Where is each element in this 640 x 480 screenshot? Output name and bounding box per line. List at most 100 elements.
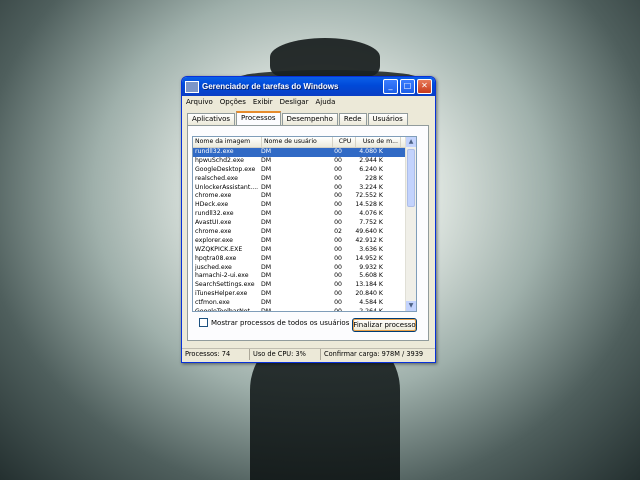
cell-user-name: DM [261,290,272,298]
column-memory[interactable]: Uso de m... [356,137,401,147]
menu-desligar[interactable]: Desligar [280,98,309,106]
table-row[interactable]: realsched.exe DM 00 228 K [193,175,416,184]
column-image-name[interactable]: Nome da imagem [193,137,262,147]
cell-memory: 9.932 K [359,263,383,271]
table-row[interactable]: rundll32.exe DM 00 4.076 K [193,210,416,219]
cell-cpu: 00 [334,192,342,200]
table-row[interactable]: GoogleDesktop.exe DM 00 6.240 K [193,166,416,175]
cell-user-name: DM [261,228,272,236]
show-all-label: Mostrar processos de todos os usuários [211,318,350,327]
cell-user-name: DM [261,156,272,164]
table-row[interactable]: WZQKPICK.EXE DM 00 3.636 K [193,246,416,255]
menu-opcoes[interactable]: Opções [220,98,246,106]
menu-ajuda[interactable]: Ajuda [315,98,335,106]
cell-user-name: DM [261,192,272,200]
process-list[interactable]: Nome da imagem Nome de usuário CPU Uso d… [192,136,417,312]
cell-image-name: GoogleToolbarNot... [195,308,256,312]
cell-image-name: AvastUI.exe [195,219,232,227]
cell-image-name: rundll32.exe [195,148,234,155]
tab-strip: Aplicativos Processos Desempenho Rede Us… [187,111,409,125]
column-user-name[interactable]: Nome de usuário [262,137,333,147]
cell-image-name: GoogleDesktop.exe [195,165,256,173]
cell-cpu: 00 [334,299,342,307]
process-rows: rundll32.exe DM 00 4.080 K hpwuSchd2.exe DM 00… [193,148,416,312]
table-row[interactable]: HDeck.exe DM 00 14.528 K [193,201,416,210]
table-row[interactable]: hpwuSchd2.exe DM 00 2.944 K [193,157,416,166]
scroll-up-icon[interactable]: ▲ [406,137,416,147]
cell-cpu: 00 [334,245,342,253]
cell-user-name: DM [261,210,272,218]
minimize-button[interactable]: _ [383,79,398,94]
close-button[interactable]: ✕ [417,79,432,94]
menu-exibir[interactable]: Exibir [253,98,273,106]
title-bar[interactable]: Gerenciador de tarefas do Windows _ □ ✕ [182,77,435,96]
cell-image-name: UnlockerAssistant.... [195,183,259,191]
cell-memory: 2.944 K [359,156,383,164]
cell-memory: 13.184 K [355,281,383,289]
cell-memory: 4.076 K [359,210,383,218]
column-cpu[interactable]: CPU [333,137,356,147]
cell-image-name: hpqtra08.exe [195,254,237,262]
cell-image-name: hpwuSchd2.exe [195,156,244,164]
cell-user-name: DM [261,299,272,307]
cell-cpu: 00 [334,219,342,227]
table-row[interactable]: jusched.exe DM 00 9.932 K [193,264,416,273]
window-title: Gerenciador de tarefas do Windows [202,82,339,91]
cell-user-name: DM [261,219,272,227]
cell-image-name: rundll32.exe [195,210,234,218]
status-commit: Confirmar carga: 978M / 3939 [324,350,424,358]
tab-processos[interactable]: Processos [236,111,281,125]
table-row[interactable]: ctfmon.exe DM 00 4.584 K [193,299,416,308]
task-manager-icon [185,80,199,93]
table-row[interactable]: rundll32.exe DM 00 4.080 K [193,148,416,157]
table-row[interactable]: iTunesHelper.exe DM 00 20.840 K [193,290,416,299]
cell-cpu: 00 [334,165,342,173]
cell-cpu: 00 [334,210,342,218]
cell-user-name: DM [261,165,272,173]
table-row[interactable]: explorer.exe DM 00 42.912 K [193,237,416,246]
end-process-button[interactable]: Finalizar processo [352,318,417,332]
show-all-processes[interactable]: Mostrar processos de todos os usuários [199,318,349,327]
cell-cpu: 00 [334,263,342,271]
cell-image-name: explorer.exe [195,236,233,244]
cell-image-name: chrome.exe [195,192,232,200]
list-header: Nome da imagem Nome de usuário CPU Uso d… [193,137,416,148]
menu-arquivo[interactable]: Arquivo [186,98,213,106]
cell-cpu: 02 [334,228,342,236]
cell-memory: 14.528 K [355,201,383,209]
cell-memory: 2.264 K [359,308,383,312]
cell-memory: 4.080 K [359,148,383,155]
table-row[interactable]: chrome.exe DM 02 49.640 K [193,228,416,237]
scroll-thumb[interactable] [407,149,415,207]
status-cpu: Uso de CPU: 3% [250,349,321,360]
tab-usuarios[interactable]: Usuários [367,113,408,125]
cell-user-name: DM [261,281,272,289]
table-row[interactable]: SearchSettings.exe DM 00 13.184 K [193,281,416,290]
cell-image-name: chrome.exe [195,228,232,236]
tab-aplicativos[interactable]: Aplicativos [187,113,236,125]
table-row[interactable]: hpqtra08.exe DM 00 14.952 K [193,255,416,264]
vertical-scrollbar[interactable]: ▲ ▼ [405,137,416,311]
cell-memory: 5.608 K [359,272,383,280]
status-processes: Processos: 74 [182,349,250,360]
table-row[interactable]: UnlockerAssistant.... DM 00 3.224 K [193,184,416,193]
cell-user-name: DM [261,308,272,312]
tab-desempenho[interactable]: Desempenho [281,113,338,125]
cell-user-name: DM [261,272,272,280]
cell-memory: 6.240 K [359,165,383,173]
table-row[interactable]: GoogleToolbarNot... DM 00 2.264 K [193,308,416,312]
tab-rede[interactable]: Rede [338,113,367,125]
cell-user-name: DM [261,174,272,182]
cell-cpu: 00 [334,281,342,289]
table-row[interactable]: chrome.exe DM 00 72.552 K [193,192,416,201]
maximize-button[interactable]: □ [400,79,415,94]
show-all-checkbox[interactable] [199,318,208,327]
cell-cpu: 00 [334,290,342,298]
cell-cpu: 00 [334,174,342,182]
cell-cpu: 00 [334,148,342,155]
table-row[interactable]: hamachi-2-ui.exe DM 00 5.608 K [193,272,416,281]
table-row[interactable]: AvastUI.exe DM 00 7.752 K [193,219,416,228]
scroll-down-icon[interactable]: ▼ [406,301,416,311]
cell-cpu: 00 [334,236,342,244]
cell-user-name: DM [261,263,272,271]
